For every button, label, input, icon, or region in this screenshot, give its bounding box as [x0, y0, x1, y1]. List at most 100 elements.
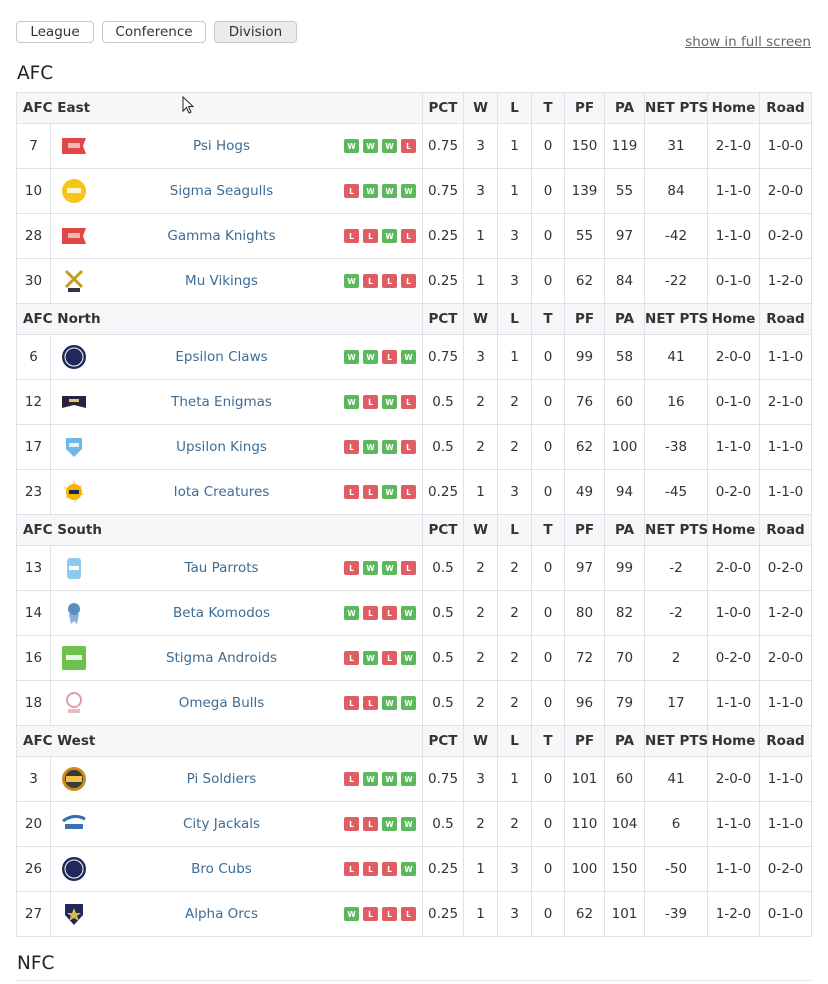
stat-home: 1-1-0 [707, 168, 761, 214]
team-name-link[interactable]: Bro Cubs [99, 861, 344, 877]
team-name-link[interactable]: Pi Soldiers [99, 771, 344, 787]
stat-net: -2 [644, 545, 709, 591]
mouse-pointer-icon [182, 96, 195, 114]
column-header-l: L [497, 92, 533, 124]
result-badge-loss: L [363, 485, 379, 499]
column-header-net-pts: NET PTS [644, 303, 709, 335]
team-name-link[interactable]: Mu Vikings [99, 273, 344, 289]
team-cell: Bro Cubs L L L W [49, 846, 424, 892]
team-name-link[interactable]: Beta Komodos [99, 605, 344, 621]
team-row: 20 City Jackals L L W W 0.5 2 2 0 110 104 6 1-1-0 1-1-… [16, 801, 813, 847]
team-name-link[interactable]: Alpha Orcs [99, 906, 344, 922]
team-name-link[interactable]: Stigma Androids [99, 650, 344, 666]
stat-road: 1-1-0 [759, 469, 813, 515]
team-seed: 14 [16, 590, 51, 636]
stat-home: 0-2-0 [707, 635, 761, 681]
stat-pa: 100 [604, 424, 646, 470]
stat-pf: 49 [564, 469, 606, 515]
column-header-net-pts: NET PTS [644, 725, 709, 757]
stat-l: 2 [497, 680, 533, 726]
team-name-link[interactable]: City Jackals [99, 816, 344, 832]
column-header-home: Home [707, 514, 761, 546]
result-badge-loss: L [363, 696, 379, 710]
stat-home: 2-1-0 [707, 123, 761, 169]
stat-w: 1 [463, 469, 499, 515]
column-header-home: Home [707, 303, 761, 335]
pink-crest-logo [61, 690, 87, 716]
team-name-link[interactable]: Omega Bulls [99, 695, 344, 711]
stat-t: 0 [531, 635, 566, 681]
show-full-screen-link[interactable]: show in full screen [685, 34, 811, 50]
stat-net: 2 [644, 635, 709, 681]
team-row: 30 Mu Vikings W L L L 0.25 1 3 0 62 84 -22 0-1-0 1-2-0 [16, 258, 813, 304]
result-badge-loss: L [382, 907, 398, 921]
team-seed: 28 [16, 213, 51, 259]
division-header-row: AFC West PCT W L T PF PA NET PTS Home Road [15, 725, 813, 757]
tab-league[interactable]: League [16, 21, 94, 43]
team-name-link[interactable]: Tau Parrots [99, 560, 344, 576]
stat-w: 2 [463, 424, 499, 470]
result-badge-loss: L [382, 606, 398, 620]
team-row: 17 Upsilon Kings L W W L 0.5 2 2 0 62 100 -38 1-1-0 1-… [16, 424, 813, 470]
team-cell: Alpha Orcs W L L L [49, 891, 424, 937]
navy-circle-logo [61, 856, 87, 882]
team-name-link[interactable]: Gamma Knights [99, 228, 344, 244]
team-cell: Stigma Androids L W L W [49, 635, 424, 681]
team-name-link[interactable]: Theta Enigmas [99, 394, 344, 410]
stat-home: 2-0-0 [707, 334, 761, 380]
result-badge-win: W [401, 651, 417, 665]
stat-l: 2 [497, 379, 533, 425]
division-name: AFC North [15, 303, 424, 335]
stat-pf: 80 [564, 590, 606, 636]
result-badge-loss: L [344, 772, 360, 786]
result-badge-loss: L [363, 229, 379, 243]
team-cell: Upsilon Kings L W W L [49, 424, 424, 470]
stat-pct: 0.5 [422, 801, 465, 847]
stat-road: 2-0-0 [759, 168, 813, 214]
standings-table: AFC East PCT W L T PF PA NET PTS Home Road 7 Psi Ho… [15, 92, 813, 937]
stat-t: 0 [531, 801, 566, 847]
team-seed: 30 [16, 258, 51, 304]
team-seed: 23 [16, 469, 51, 515]
team-name-link[interactable]: Iota Creatures [99, 484, 344, 500]
result-badge-win: W [401, 772, 417, 786]
stat-pf: 62 [564, 891, 606, 937]
stat-pf: 139 [564, 168, 606, 214]
stat-road: 1-1-0 [759, 424, 813, 470]
team-name-link[interactable]: Psi Hogs [99, 138, 344, 154]
team-cell: Tau Parrots L W W L [49, 545, 424, 591]
stat-t: 0 [531, 258, 566, 304]
stat-t: 0 [531, 680, 566, 726]
stat-home: 1-2-0 [707, 891, 761, 937]
team-name-link[interactable]: Sigma Seagulls [99, 183, 344, 199]
crossed-axes-logo [61, 268, 87, 294]
team-row: 7 Psi Hogs W W W L 0.75 3 1 0 150 119 31 2-1-0 1-0-0 [16, 123, 813, 169]
team-name-link[interactable]: Upsilon Kings [99, 439, 344, 455]
tab-division[interactable]: Division [214, 21, 297, 43]
sun-star-logo [61, 479, 87, 505]
result-badge-loss: L [344, 485, 360, 499]
result-badge-win: W [363, 561, 379, 575]
stat-road: 2-0-0 [759, 635, 813, 681]
tab-conference[interactable]: Conference [102, 21, 206, 43]
team-name-link[interactable]: Epsilon Claws [99, 349, 344, 365]
stat-t: 0 [531, 756, 566, 802]
column-header-net-pts: NET PTS [644, 514, 709, 546]
stat-home: 0-1-0 [707, 379, 761, 425]
column-header-w: W [463, 92, 499, 124]
stat-l: 2 [497, 801, 533, 847]
result-badge-loss: L [401, 274, 417, 288]
team-seed: 6 [16, 334, 51, 380]
stat-road: 1-1-0 [759, 801, 813, 847]
team-cell: Beta Komodos W L L W [49, 590, 424, 636]
green-square-logo [61, 645, 87, 671]
team-row: 13 Tau Parrots L W W L 0.5 2 2 0 97 99 -2 2-0-0 0-2-0 [16, 545, 813, 591]
stat-l: 3 [497, 891, 533, 937]
result-badge-loss: L [363, 274, 379, 288]
red-flag-logo [61, 223, 87, 249]
stat-pct: 0.25 [422, 891, 465, 937]
column-header-road: Road [759, 303, 813, 335]
stat-pct: 0.5 [422, 424, 465, 470]
column-header-pa: PA [604, 725, 646, 757]
result-badge-win: W [344, 350, 360, 364]
